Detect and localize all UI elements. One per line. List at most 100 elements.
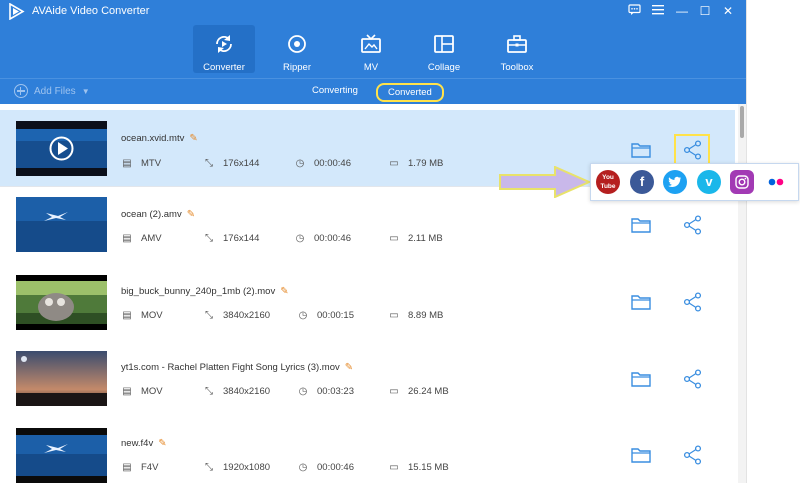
video-thumbnail[interactable] (16, 351, 107, 406)
resolution-info: ⤡ 3840x2160 (203, 386, 270, 397)
folder-small-icon: ▭ (389, 158, 399, 169)
tab-converter-label: Converter (203, 62, 245, 73)
resolution-value: 3840x2160 (223, 310, 271, 321)
minimize-button[interactable]: — (675, 4, 689, 18)
share-icon[interactable] (682, 214, 704, 236)
vimeo-glyph: v (705, 174, 713, 189)
tab-converter[interactable]: Converter (193, 25, 255, 73)
tab-mv[interactable]: MV (340, 25, 402, 73)
format-info: ▤ F4V (121, 462, 158, 473)
flickr-icon[interactable] (764, 170, 788, 194)
format-value: MOV (141, 310, 163, 321)
menu-icon[interactable] (651, 4, 665, 18)
folder-small-icon: ▭ (389, 310, 399, 321)
size-value: 8.89 MB (408, 310, 444, 321)
resize-icon: ⤡ (205, 310, 213, 321)
tab-collage-label: Collage (427, 62, 461, 73)
resolution-value: 1920x1080 (223, 462, 271, 473)
film-icon: ▤ (122, 310, 132, 321)
background-area (746, 0, 800, 483)
video-thumbnail[interactable] (16, 197, 107, 252)
edit-name-icon[interactable]: ✎ (189, 133, 197, 144)
duration-info: ◷ 00:00:46 (297, 462, 354, 473)
open-folder-icon[interactable] (630, 139, 652, 161)
film-icon: ▤ (122, 462, 132, 473)
film-icon: ▤ (122, 233, 132, 244)
folder-small-icon: ▭ (389, 233, 399, 244)
clock-icon: ◷ (298, 310, 308, 321)
pointer-arrow-icon (499, 166, 591, 198)
tab-collage[interactable]: Collage (413, 25, 475, 73)
format-value: F4V (141, 462, 159, 473)
toolbox-icon (507, 35, 527, 53)
file-name: yt1s.com - Rachel Platten Fight Song Lyr… (121, 362, 353, 373)
video-thumbnail[interactable] (16, 121, 107, 176)
open-folder-icon[interactable] (630, 368, 652, 390)
tab-ripper[interactable]: Ripper (266, 25, 328, 73)
dropdown-arrow-icon[interactable]: ▼ (82, 87, 90, 96)
size-value: 2.11 MB (408, 233, 443, 244)
tab-toolbox-label: Toolbox (500, 62, 534, 73)
duration-info: ◷ 00:00:15 (297, 310, 354, 321)
youtube-label: You Tube (600, 174, 616, 190)
share-icon[interactable] (682, 139, 704, 161)
size-value: 26.24 MB (408, 386, 449, 397)
edit-name-icon[interactable]: ✎ (345, 362, 353, 373)
tab-toolbox[interactable]: Toolbox (486, 25, 548, 73)
tab-converting[interactable]: Converting (312, 85, 358, 96)
open-folder-icon[interactable] (630, 444, 652, 466)
size-info: ▭ 1.79 MB (388, 158, 443, 169)
video-thumbnail[interactable] (16, 275, 107, 330)
edit-name-icon[interactable]: ✎ (280, 286, 288, 297)
app-window: AVAide Video Converter — ☐ ✕ Converter R… (0, 0, 746, 483)
resolution-info: ⤡ 1920x1080 (203, 462, 270, 473)
file-name-text: ocean.xvid.mtv (121, 133, 185, 144)
share-icon[interactable] (682, 368, 704, 390)
format-info: ▤ MOV (121, 310, 163, 321)
scrollbar[interactable] (738, 104, 746, 483)
edit-name-icon[interactable]: ✎ (187, 209, 195, 220)
tab-converted[interactable]: Converted (376, 83, 444, 102)
folder-small-icon: ▭ (389, 462, 399, 473)
open-folder-icon[interactable] (630, 291, 652, 313)
file-name-text: new.f4v (121, 438, 154, 449)
scrollbar-thumb[interactable] (740, 106, 744, 138)
resolution-info: ⤡ 176x144 (203, 158, 259, 169)
edit-name-icon[interactable]: ✎ (158, 438, 166, 449)
duration-value: 00:00:46 (314, 233, 351, 244)
share-icon[interactable] (682, 444, 704, 466)
file-row[interactable]: yt1s.com - Rachel Platten Fight Song Lyr… (0, 341, 735, 419)
file-name-text: yt1s.com - Rachel Platten Fight Song Lyr… (121, 362, 340, 373)
clock-icon: ◷ (298, 462, 308, 473)
file-row[interactable]: big_buck_bunny_240p_1mb (2).mov ✎ ▤ MOV ⤡ 3… (0, 264, 735, 342)
resolution-value: 176x144 (223, 158, 260, 169)
add-files-button[interactable]: Add Files ▼ (14, 84, 90, 98)
tab-ripper-label: Ripper (283, 62, 311, 73)
resize-icon: ⤡ (205, 462, 213, 473)
youtube-icon[interactable]: You Tube (596, 170, 620, 194)
resize-icon: ⤡ (205, 158, 213, 169)
maximize-button[interactable]: ☐ (698, 4, 712, 18)
open-folder-icon[interactable] (630, 214, 652, 236)
duration-value: 00:00:46 (317, 462, 354, 473)
twitter-icon[interactable] (663, 170, 687, 194)
add-files-label: Add Files (34, 85, 76, 97)
facebook-icon[interactable]: f (630, 170, 654, 194)
feedback-icon[interactable] (627, 4, 641, 18)
size-info: ▭ 2.11 MB (388, 233, 443, 244)
ripper-icon (288, 35, 306, 53)
instagram-icon[interactable] (730, 170, 754, 194)
file-row[interactable]: new.f4v ✎ ▤ F4V ⤡ 1920x1080 ◷ 00:00:46 ▭ 15.1… (0, 418, 735, 483)
close-button[interactable]: ✕ (721, 4, 735, 18)
share-icon[interactable] (682, 291, 704, 313)
resolution-info: ⤡ 3840x2160 (203, 310, 270, 321)
file-list: ocean.xvid.mtv ✎ ▤ MTV ⤡ 176x144 ◷ 00:00:46 … (0, 104, 738, 483)
file-name-text: big_buck_bunny_240p_1mb (2).mov (121, 286, 276, 297)
app-logo-icon (9, 3, 25, 20)
format-info: ▤ MOV (121, 386, 162, 397)
add-icon (14, 84, 28, 98)
video-thumbnail[interactable] (16, 428, 107, 483)
sub-toolbar: Add Files ▼ Converting Converted (0, 78, 746, 105)
converter-icon (216, 35, 232, 53)
vimeo-icon[interactable]: v (697, 170, 721, 194)
